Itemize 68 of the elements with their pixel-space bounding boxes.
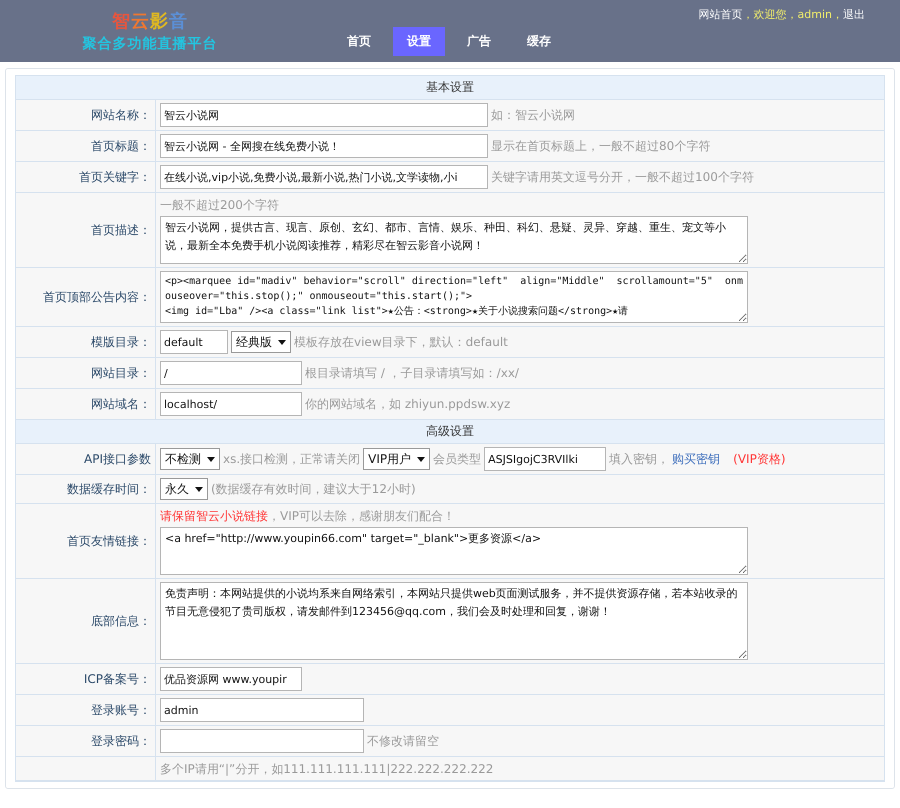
welcome-text: ，欢迎您，admin， — [742, 8, 843, 21]
field-label: 网站域名： — [91, 396, 151, 412]
text-input[interactable]: localhost/ — [160, 392, 302, 416]
dropdown-select[interactable]: 经典版 — [231, 331, 291, 353]
hint-text: (数据缓存有效时间，建议大于12小时) — [211, 480, 416, 498]
text-area[interactable]: 智云小说网，提供古言、现言、原创、玄幻、都市、言情、娱乐、种田、科幻、悬疑、灵异、穿越、重生、宠文等小说，最新全本免费手机小说阅读推荐，精彩尽在智云影音小说网！ — [160, 216, 748, 264]
hint-text: 不修改请留空 — [367, 732, 439, 750]
caret-icon — [278, 340, 286, 344]
field-label: 首页描述： — [91, 222, 151, 238]
note-text: 多个IP请用“|”分开，如111.111.111.111|222.222.222.222 — [160, 762, 494, 776]
hint-text: 你的网站域名，如 zhiyun.ppdsw.xyz — [305, 396, 510, 412]
hint-text: (VIP资格) — [733, 450, 786, 468]
hint-text: 会员类型 — [433, 450, 482, 468]
field-label: ICP备案号： — [84, 670, 151, 688]
caret-icon — [417, 456, 426, 462]
field-label: 登录账号： — [91, 702, 151, 718]
buy-key-link[interactable]: 购买密钥 — [672, 450, 720, 468]
field-label: 首页关键字： — [79, 168, 151, 186]
dropdown-select[interactable]: 不检测 — [160, 448, 220, 470]
hint-text: 关键字请用英文逗号分开，一般不超过100个字符 — [491, 168, 754, 186]
text-area[interactable]: <a href="http://www.youpin66.com" target="_blank">更多资源</a> — [160, 527, 748, 575]
field-label: 登录密码： — [91, 732, 151, 750]
hint-text: 根目录请填写 / ，子目录请填写如：/xx/ — [305, 364, 519, 382]
caret-icon — [195, 486, 203, 492]
text-input[interactable] — [160, 729, 364, 753]
text-input[interactable]: 智云小说网 - 全网搜在线免费小说！ — [160, 134, 488, 158]
dropdown-select[interactable]: 永久 — [160, 478, 208, 500]
platform-subtitle: 聚合多功能直播平台 — [82, 35, 218, 53]
nav-tab[interactable]: 缓存 — [513, 27, 565, 56]
hint-text: 填入密钥， — [609, 450, 670, 468]
hint-text: 显示在首页标题上，一般不超过80个字符 — [491, 138, 710, 154]
text-input[interactable]: 优品资源网 www.youpir — [160, 667, 302, 691]
caret-icon — [207, 456, 215, 462]
text-input[interactable]: 在线小说,vip小说,免费小说,最新小说,热门小说,文学读物,小i — [160, 165, 488, 189]
text-area[interactable]: <p><marquee id="madiv" behavior="scroll" direction="left" align="Middle" scrollamount="5" onmouseover="this.stop();" onmouseout="this.start();"> <img id="Lba" /><a class="link list">★公告：<strong>★关于小说搜索问题</strong>★请 — [160, 271, 748, 323]
hint-text: 如：智云小说网 — [491, 106, 575, 124]
logo-character: 云 — [131, 11, 150, 32]
dropdown-select[interactable]: VIP用户 — [363, 448, 430, 470]
text-area[interactable]: 免责声明：本网站提供的小说均系来自网络索引，本网站只提供web页面测试服务，并不提供资源存储，若本站收录的节目无意侵犯了贵司版权，请发邮件到123456@qq.com，我们会及时处理和回复，谢谢！ — [160, 582, 748, 660]
text-input[interactable]: / — [160, 361, 302, 385]
field-label: 网站名称： — [91, 106, 151, 124]
field-label: 底部信息： — [91, 612, 151, 630]
nav-tab[interactable]: 广告 — [453, 27, 505, 56]
note-text: 一般不超过200个字符 — [160, 198, 279, 212]
nav-tab[interactable]: 首页 — [333, 27, 385, 56]
hint-text: 模板存放在view目录下，默认：default — [294, 334, 508, 350]
text-input[interactable]: 智云小说网 — [160, 103, 488, 127]
text-input[interactable]: default — [160, 330, 228, 354]
field-label: API接口参数 — [84, 450, 151, 468]
hint-text: xs.接口检测，正常请关闭 — [223, 450, 360, 468]
section-header: 高级设置 — [16, 420, 884, 444]
field-label: 模版目录： — [91, 334, 151, 350]
header-link[interactable]: 网站首页 — [698, 8, 743, 21]
logo-character: 智 — [112, 11, 131, 32]
header-link[interactable]: 退出 — [843, 8, 865, 21]
logo-character: 音 — [169, 11, 188, 32]
field-label: 网站目录： — [91, 364, 151, 382]
field-label: 首页友情链接： — [67, 532, 151, 550]
field-label: 数据缓存时间： — [67, 480, 151, 498]
field-label: 首页顶部公告内容： — [43, 288, 151, 306]
text-input[interactable]: ASJSIgojC3RVIlki — [484, 447, 606, 471]
logo-character: 影 — [150, 11, 169, 32]
text-input[interactable]: admin — [160, 698, 364, 722]
section-header: 基本设置 — [16, 76, 884, 100]
field-label: 首页标题： — [91, 138, 151, 154]
note-text: ，VIP可以去除，感谢朋友们配合！ — [268, 509, 455, 523]
note-text: 请保留智云小说链接 — [160, 509, 268, 523]
nav-tab[interactable]: 设置 — [393, 27, 445, 56]
